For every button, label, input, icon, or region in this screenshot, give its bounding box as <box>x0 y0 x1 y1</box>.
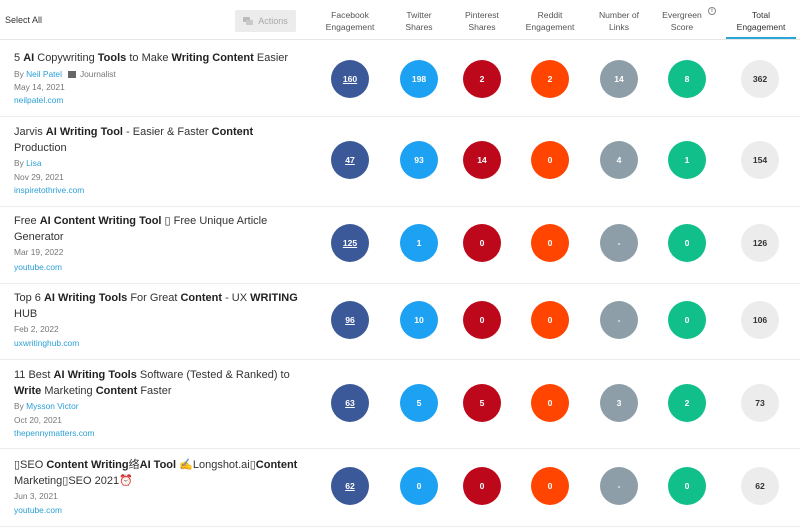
table-row[interactable]: Jarvis AI Writing Tool - Easier & Faster… <box>0 117 800 207</box>
facebook-engagement[interactable]: 63 <box>331 384 369 422</box>
evergreen-score[interactable]: 0 <box>668 301 706 339</box>
article-date: Jun 3, 2021 <box>14 491 58 501</box>
article-date: Nov 29, 2021 <box>14 172 64 182</box>
table-row[interactable]: Free AI Content Writing Tool ▯ Free Uniq… <box>0 207 800 284</box>
table-row[interactable]: 5 AI Copywriting Tools to Make Writing C… <box>0 41 800 117</box>
author-link[interactable]: Lisa <box>26 158 41 168</box>
reddit-engagement[interactable]: 0 <box>531 141 569 179</box>
pinterest-shares[interactable]: 2 <box>463 60 501 98</box>
number-of-links[interactable]: - <box>600 467 638 505</box>
table-header: Select All Actions Facebook Engagement Tw… <box>0 0 800 40</box>
total-engagement: 62 <box>741 467 779 505</box>
twitter-shares[interactable]: 198 <box>400 60 438 98</box>
total-engagement: 154 <box>741 141 779 179</box>
evergreen-score[interactable]: 8 <box>668 60 706 98</box>
pinterest-shares[interactable]: 14 <box>463 141 501 179</box>
reddit-engagement[interactable]: 0 <box>531 224 569 262</box>
twitter-shares[interactable]: 0 <box>400 467 438 505</box>
author-line: By Lisa <box>14 158 42 168</box>
article-date: Oct 20, 2021 <box>14 415 62 425</box>
domain-link[interactable]: thepennymatters.com <box>14 428 95 438</box>
column-header-evergreen[interactable]: Evergreen Score <box>649 9 715 33</box>
facebook-engagement[interactable]: 96 <box>331 301 369 339</box>
column-header-reddit[interactable]: Reddit Engagement <box>517 9 583 33</box>
facebook-engagement[interactable]: 62 <box>331 467 369 505</box>
domain-link[interactable]: youtube.com <box>14 505 62 515</box>
evergreen-score[interactable]: 0 <box>668 224 706 262</box>
article-title[interactable]: 5 AI Copywriting Tools to Make Writing C… <box>14 50 314 66</box>
number-of-links[interactable]: 14 <box>600 60 638 98</box>
total-engagement: 106 <box>741 301 779 339</box>
pinterest-shares[interactable]: 0 <box>463 467 501 505</box>
reddit-engagement[interactable]: 2 <box>531 60 569 98</box>
comment-icon <box>243 16 254 25</box>
total-engagement: 362 <box>741 60 779 98</box>
facebook-engagement[interactable]: 47 <box>331 141 369 179</box>
actions-button-label: Actions <box>258 16 288 26</box>
pinterest-shares[interactable]: 0 <box>463 224 501 262</box>
article-title[interactable]: Top 6 AI Writing Tools For Great Content… <box>14 290 314 323</box>
total-engagement: 73 <box>741 384 779 422</box>
author-line: By Neil Patel Journalist <box>14 69 116 79</box>
domain-link[interactable]: youtube.com <box>14 262 62 272</box>
number-of-links[interactable]: - <box>600 301 638 339</box>
table-row[interactable]: 11 Best AI Writing Tools Software (Teste… <box>0 360 800 449</box>
article-title[interactable]: Free AI Content Writing Tool ▯ Free Uniq… <box>14 213 314 246</box>
reddit-engagement[interactable]: 0 <box>531 384 569 422</box>
facebook-engagement[interactable]: 125 <box>331 224 369 262</box>
article-date: Mar 19, 2022 <box>14 247 64 257</box>
column-header-twitter[interactable]: Twitter Shares <box>386 9 452 33</box>
evergreen-score[interactable]: 1 <box>668 141 706 179</box>
evergreen-score[interactable]: 0 <box>668 467 706 505</box>
total-engagement: 126 <box>741 224 779 262</box>
domain-link[interactable]: neilpatel.com <box>14 95 63 105</box>
pinterest-shares[interactable]: 0 <box>463 301 501 339</box>
select-all-link[interactable]: Select All <box>5 15 42 25</box>
facebook-engagement[interactable]: 160 <box>331 60 369 98</box>
twitter-shares[interactable]: 5 <box>400 384 438 422</box>
column-header-facebook[interactable]: Facebook Engagement <box>317 9 383 33</box>
domain-link[interactable]: uxwritinghub.com <box>14 338 79 348</box>
actions-button[interactable]: Actions <box>235 10 296 32</box>
table-row[interactable]: ▯SEO Content Writing络AI Tool ✍️Longshot.… <box>0 449 800 527</box>
article-title[interactable]: Jarvis AI Writing Tool - Easier & Faster… <box>14 124 314 157</box>
twitter-shares[interactable]: 1 <box>400 224 438 262</box>
article-date: Feb 2, 2022 <box>14 324 59 334</box>
twitter-shares[interactable]: 10 <box>400 301 438 339</box>
article-title[interactable]: 11 Best AI Writing Tools Software (Teste… <box>14 367 314 400</box>
author-link[interactable]: Neil Patel <box>26 69 62 79</box>
number-of-links[interactable]: 3 <box>600 384 638 422</box>
article-title[interactable]: ▯SEO Content Writing络AI Tool ✍️Longshot.… <box>14 457 324 490</box>
article-date: May 14, 2021 <box>14 82 65 92</box>
evergreen-score[interactable]: 2 <box>668 384 706 422</box>
author-line: By Mysson Victor <box>14 401 79 411</box>
pinterest-shares[interactable]: 5 <box>463 384 501 422</box>
table-row[interactable]: Top 6 AI Writing Tools For Great Content… <box>0 284 800 360</box>
journalist-badge-icon <box>67 71 76 78</box>
info-icon[interactable]: i <box>708 7 716 15</box>
twitter-shares[interactable]: 93 <box>400 141 438 179</box>
reddit-engagement[interactable]: 0 <box>531 467 569 505</box>
column-header-links[interactable]: Number of Links <box>586 9 652 33</box>
number-of-links[interactable]: 4 <box>600 141 638 179</box>
reddit-engagement[interactable]: 0 <box>531 301 569 339</box>
column-header-total[interactable]: Total Engagement <box>726 9 796 39</box>
author-link[interactable]: Mysson Victor <box>26 401 78 411</box>
domain-link[interactable]: inspiretothrive.com <box>14 185 84 195</box>
number-of-links[interactable]: - <box>600 224 638 262</box>
column-header-pinterest[interactable]: Pinterest Shares <box>449 9 515 33</box>
